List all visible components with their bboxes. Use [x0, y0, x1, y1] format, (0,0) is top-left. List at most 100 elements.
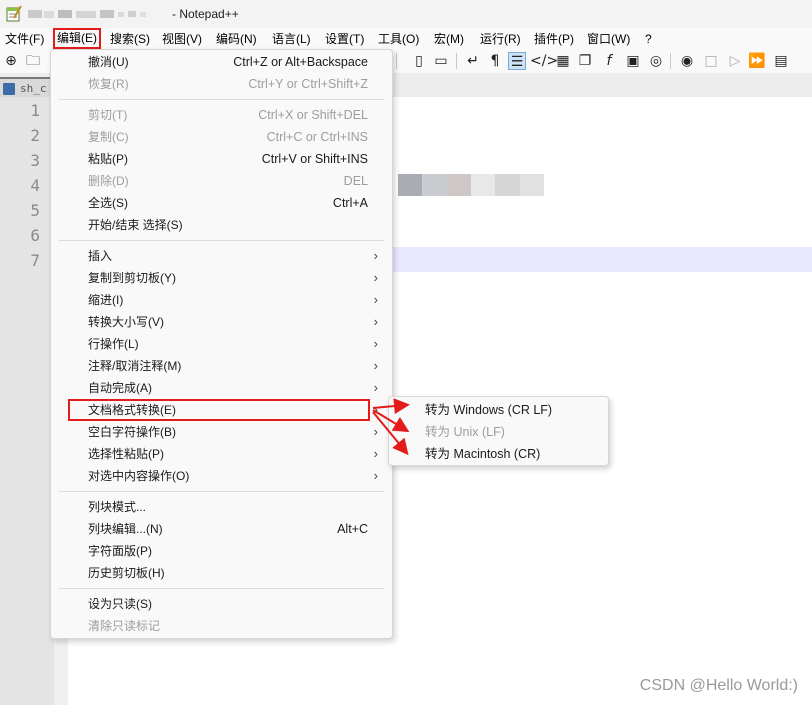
save-macro-icon[interactable]: ▤: [772, 52, 790, 70]
menu-item-label: 对选中内容操作(O): [88, 469, 190, 483]
edit-menu-dropdown: 撤消(U) Ctrl+Z or Alt+Backspace 恢复(R) Ctrl…: [50, 49, 393, 639]
menu-separator: [59, 240, 384, 241]
menu-file[interactable]: 文件(F): [5, 30, 44, 48]
chevron-right-icon: ›: [373, 358, 378, 373]
menu-item-label: 行操作(L): [88, 337, 139, 351]
menu-item-column-mode[interactable]: 列块模式...: [51, 496, 392, 518]
file-tab-label: sh_c: [20, 82, 47, 95]
show-all-chars-icon[interactable]: ¶: [486, 52, 504, 70]
submenu-item-label: 转为 Windows (CR LF): [425, 403, 553, 417]
menu-item-label: 选择性粘贴(P): [88, 447, 164, 461]
menu-separator: [59, 588, 384, 589]
menu-search[interactable]: 搜索(S): [110, 30, 150, 48]
record-macro-icon[interactable]: ◉: [678, 52, 696, 70]
menu-item-delete[interactable]: 删除(D) DEL: [51, 170, 392, 192]
menu-item-insert[interactable]: 插入 ›: [51, 245, 392, 267]
line-number: 6: [30, 226, 40, 245]
menu-item-copy-to-clipboard[interactable]: 复制到剪切板(Y) ›: [51, 267, 392, 289]
menu-item-label: 粘贴(P): [88, 152, 128, 166]
menu-item-column-editor[interactable]: 列块编辑...(N) Alt+C: [51, 518, 392, 540]
menu-item-convert-case[interactable]: 转换大小写(V) ›: [51, 311, 392, 333]
notepad-app-icon: [6, 5, 22, 22]
indent-guide-icon[interactable]: ☰: [508, 52, 526, 70]
menu-item-label: 清除只读标记: [88, 619, 161, 633]
menu-item-label: 复制(C): [88, 130, 129, 144]
menu-language[interactable]: 语言(L): [272, 30, 311, 48]
menu-item-label: 插入: [88, 249, 113, 263]
menu-edit[interactable]: 编辑(E): [53, 28, 101, 49]
menu-item-label: 历史剪切板(H): [88, 566, 165, 580]
menu-item-undo[interactable]: 撤消(U) Ctrl+Z or Alt+Backspace: [51, 51, 392, 73]
submenu-item-label: 转为 Macintosh (CR): [425, 447, 541, 461]
menu-item-line-operations[interactable]: 行操作(L) ›: [51, 333, 392, 355]
monitor-icon[interactable]: ▣: [624, 52, 642, 70]
menu-item-character-panel[interactable]: 字符面版(P): [51, 540, 392, 562]
line-number: 3: [30, 151, 40, 170]
menu-separator: [59, 99, 384, 100]
file-tab[interactable]: sh_c: [0, 77, 52, 97]
menu-item-auto-complete[interactable]: 自动完成(A) ›: [51, 377, 392, 399]
menu-item-label: 自动完成(A): [88, 381, 152, 395]
menu-item-begin-end-select[interactable]: 开始/结束 选择(S): [51, 214, 392, 236]
menu-item-label: 设为只读(S): [88, 597, 152, 611]
menu-item-shortcut: Ctrl+C or Ctrl+INS: [266, 130, 368, 144]
wrap-icon[interactable]: ↵: [464, 52, 482, 70]
menu-item-on-selection[interactable]: 对选中内容操作(O) ›: [51, 465, 392, 487]
menu-item-label: 列块编辑...(N): [88, 522, 163, 536]
chevron-right-icon: ›: [373, 270, 378, 285]
menu-help[interactable]: ?: [645, 30, 652, 48]
menu-item-paste[interactable]: 粘贴(P) Ctrl+V or Shift+INS: [51, 148, 392, 170]
word-wrap-doc-icon[interactable]: ▯: [410, 52, 428, 70]
menu-item-shortcut: Ctrl+A: [332, 196, 368, 210]
menu-item-label: 复制到剪切板(Y): [88, 271, 176, 285]
function-list-icon[interactable]: f: [600, 52, 618, 70]
menu-tools[interactable]: 工具(O): [378, 30, 419, 48]
redacted-text: [398, 174, 544, 196]
menu-item-label: 列块模式...: [88, 500, 147, 514]
window-title: - Notepad++: [172, 7, 239, 21]
menu-item-set-readonly[interactable]: 设为只读(S): [51, 593, 392, 615]
folder-workspace-icon[interactable]: ◎: [647, 52, 665, 70]
line-number-gutter: 1 2 3 4 5 6 7: [0, 97, 54, 705]
annotation-highlight-box: [68, 399, 370, 421]
sync-scroll-icon[interactable]: ▭: [432, 52, 450, 70]
menu-item-comment[interactable]: 注释/取消注释(M) ›: [51, 355, 392, 377]
menu-item-clipboard-history[interactable]: 历史剪切板(H): [51, 562, 392, 584]
menu-plugins[interactable]: 插件(P): [534, 30, 574, 48]
menu-item-label: 字符面版(P): [88, 544, 152, 558]
menu-item-label: 删除(D): [88, 174, 129, 188]
stop-macro-icon[interactable]: □: [702, 52, 720, 70]
menu-view[interactable]: 视图(V): [162, 30, 202, 48]
menu-item-label: 转换大小写(V): [88, 315, 164, 329]
menu-item-clear-readonly[interactable]: 清除只读标记: [51, 615, 392, 637]
menu-item-shortcut: DEL: [343, 174, 368, 188]
menu-settings[interactable]: 设置(T): [325, 30, 364, 48]
open-file-icon[interactable]: 🗀: [24, 52, 42, 70]
menu-item-shortcut: Ctrl+Y or Ctrl+Shift+Z: [248, 77, 368, 91]
chevron-right-icon: ›: [373, 314, 378, 329]
menu-item-paste-special[interactable]: 选择性粘贴(P) ›: [51, 443, 392, 465]
menu-run[interactable]: 运行(R): [480, 30, 521, 48]
menu-macro[interactable]: 宏(M): [434, 30, 464, 48]
menu-item-copy[interactable]: 复制(C) Ctrl+C or Ctrl+INS: [51, 126, 392, 148]
menu-item-blank-operations[interactable]: 空白字符操作(B) ›: [51, 421, 392, 443]
run-multiple-macro-icon[interactable]: ⏩: [748, 52, 766, 70]
menu-item-label: 剪切(T): [88, 108, 128, 122]
toolbar-separator: [396, 53, 397, 69]
menu-item-redo[interactable]: 恢复(R) Ctrl+Y or Ctrl+Shift+Z: [51, 73, 392, 95]
menu-encoding[interactable]: 编码(N): [216, 30, 257, 48]
menu-item-shortcut: Alt+C: [337, 522, 368, 536]
doc-list-icon[interactable]: ❐: [576, 52, 594, 70]
menu-item-select-all[interactable]: 全选(S) Ctrl+A: [51, 192, 392, 214]
menu-bar: 文件(F) 编辑(E) 搜索(S) 视图(V) 编码(N) 语言(L) 设置(T…: [0, 28, 812, 49]
play-macro-icon[interactable]: ▷: [726, 52, 744, 70]
map-icon[interactable]: ▦: [554, 52, 572, 70]
menu-item-label: 缩进(I): [88, 293, 124, 307]
new-file-icon[interactable]: ⊕: [2, 52, 20, 70]
menu-item-cut[interactable]: 剪切(T) Ctrl+X or Shift+DEL: [51, 104, 392, 126]
line-number: 1: [30, 101, 40, 120]
menu-item-indent[interactable]: 缩进(I) ›: [51, 289, 392, 311]
title-bar: - Notepad++: [0, 0, 812, 28]
menu-window[interactable]: 窗口(W): [587, 30, 630, 48]
xml-tag-icon[interactable]: </>: [530, 52, 558, 70]
